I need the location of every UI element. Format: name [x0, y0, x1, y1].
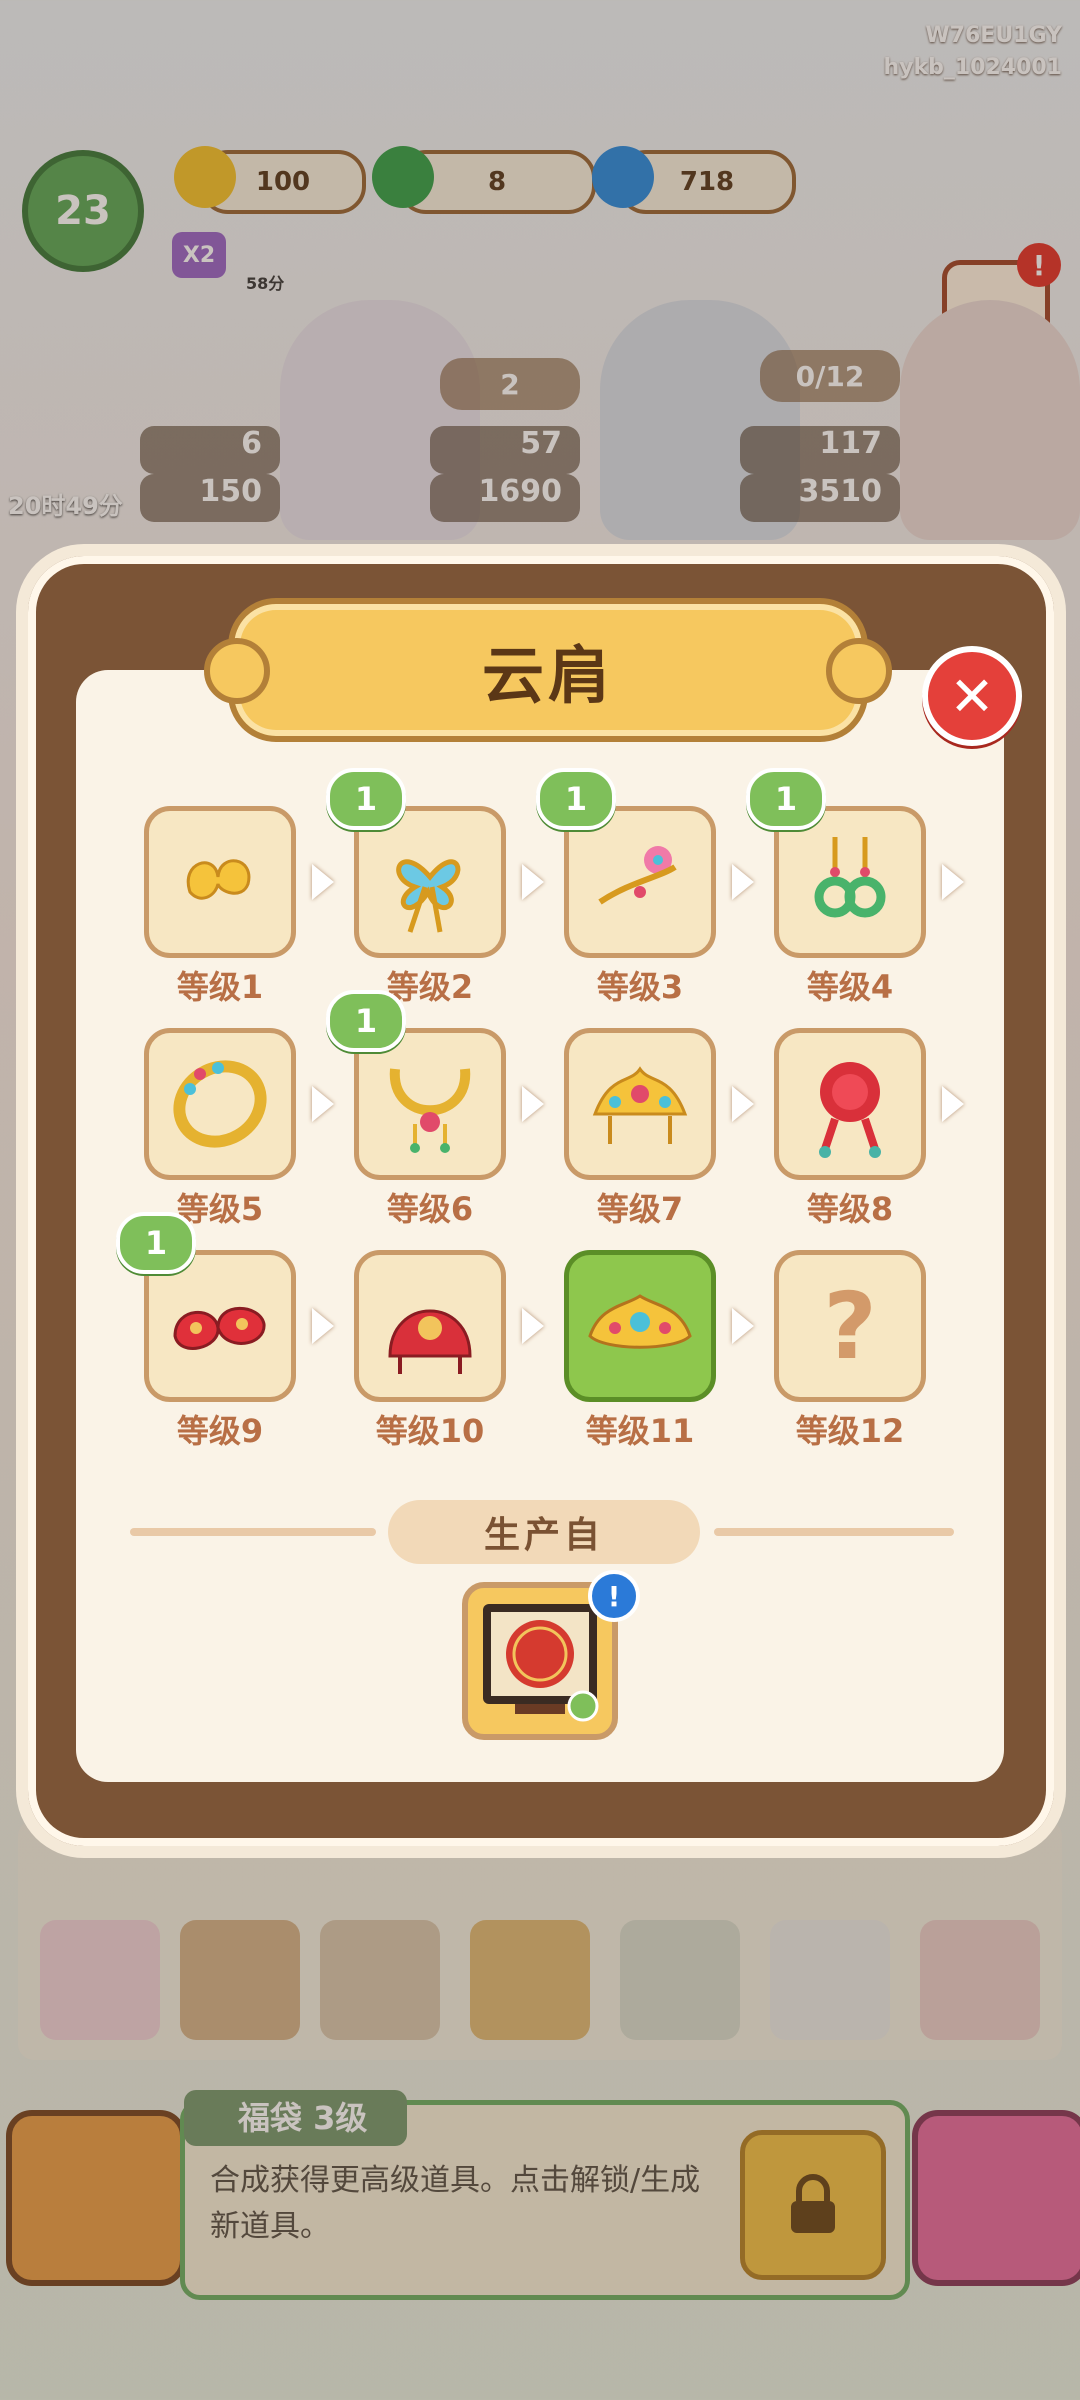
chevron-right-icon [732, 1308, 754, 1344]
embroidered-shoes-icon [173, 1306, 266, 1350]
chevron-right-icon [732, 864, 754, 900]
chevron-right-icon [312, 1308, 334, 1344]
level-label-9: 等级9 [176, 1412, 264, 1450]
level-slot-12[interactable]: ? [774, 1250, 926, 1402]
level-slot-7[interactable] [564, 1028, 716, 1180]
owned-count-badge: 1 [116, 1212, 196, 1274]
level-label-7: 等级7 [596, 1190, 684, 1228]
close-icon: ✕ [949, 664, 995, 728]
unknown-item-icon: ? [823, 1272, 877, 1380]
chevron-right-icon [522, 1308, 544, 1344]
embroidery-frame-icon [483, 1604, 599, 1722]
chevron-right-icon [732, 1086, 754, 1122]
level-label-8: 等级8 [806, 1190, 894, 1228]
level-label-4: 等级4 [806, 968, 894, 1006]
title-ornament [204, 638, 270, 704]
produced-from-label: 生产自 [388, 1500, 700, 1564]
phoenix-crown-icon [592, 1066, 688, 1144]
level-label-12: 等级12 [795, 1412, 905, 1450]
modal-title: 云肩 [481, 639, 614, 712]
cloud-collar-icon [588, 1294, 692, 1349]
level-slot-1[interactable] [144, 806, 296, 958]
close-button[interactable]: ✕ [922, 646, 1022, 746]
level-label-11: 等级11 [585, 1412, 695, 1450]
level-slot-5[interactable] [144, 1028, 296, 1180]
chevron-right-icon [522, 864, 544, 900]
level-label-3: 等级3 [596, 968, 684, 1006]
divider [130, 1528, 376, 1536]
flower-hairpin-icon [598, 846, 677, 905]
chevron-right-icon [312, 864, 334, 900]
title-ornament [826, 638, 892, 704]
red-veil-icon [388, 1309, 472, 1374]
red-knot-icon [819, 1062, 881, 1158]
owned-count-badge: 1 [326, 768, 406, 830]
owned-count-badge: 1 [746, 768, 826, 830]
chevron-right-icon [942, 864, 964, 900]
chevron-right-icon [312, 1086, 334, 1122]
butterfly-hairpin-icon [396, 859, 461, 933]
chevron-right-icon [942, 1086, 964, 1122]
divider [714, 1528, 954, 1536]
level-label-10: 等级10 [375, 1412, 485, 1450]
jeweled-bracelet-icon [173, 1060, 267, 1148]
owned-count-badge: 1 [536, 768, 616, 830]
level-slot-11[interactable] [564, 1250, 716, 1402]
ginkgo-hairpin-icon [186, 859, 251, 900]
chevron-right-icon [522, 1086, 544, 1122]
level-label-1: 等级1 [176, 968, 264, 1006]
level-slot-8[interactable] [774, 1028, 926, 1180]
level-slot-10[interactable] [354, 1250, 506, 1402]
modal-title-plate: 云肩 [204, 598, 892, 742]
owned-count-badge: 1 [326, 990, 406, 1052]
gold-necklace-icon [389, 1068, 471, 1153]
jade-earrings-icon [814, 837, 886, 918]
level-label-6: 等级6 [386, 1190, 474, 1228]
source-info-icon[interactable]: ! [588, 1570, 640, 1622]
